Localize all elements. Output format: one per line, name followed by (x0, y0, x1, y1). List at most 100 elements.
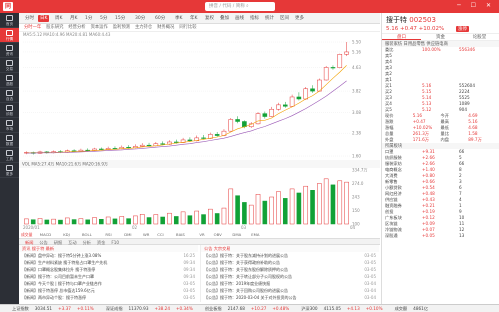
news-item[interactable]: 【公告】搜于特：关于获得政府补助的公告 03-05 (201, 259, 379, 266)
toolbar-item-11[interactable]: 复权 (203, 15, 216, 22)
subnav-item-5[interactable]: 主力持仓 (135, 25, 152, 30)
news-title: 【公告】搜于特：关于转让部分子公司股权的公告 (204, 274, 292, 279)
indicator-tab-2[interactable]: KDJ (63, 232, 70, 237)
toolbar-item-6[interactable]: 15分 (113, 15, 127, 22)
news-item[interactable]: 【新闻】今天个股 | 搜于特与口罩产业链合作 03-05 (19, 280, 198, 287)
news-time: 03-05 (362, 259, 376, 266)
sidebar-item-7[interactable]: 市场 (0, 118, 19, 133)
subnav-item-1[interactable]: 股东研究 (46, 25, 63, 30)
sidebar-item-0[interactable]: 首页 (0, 13, 19, 28)
sidebar-item-label: 市场 (5, 127, 14, 131)
news-tabs: 新闻 公告 研报 互动 分析 资金 F10 (19, 238, 380, 245)
news-item[interactable]: 【新闻】盘中异动：搜于特5分钟上涨3.08% 16:25 (19, 252, 198, 259)
toolbar-item-16[interactable]: 区间 (278, 15, 291, 22)
indicator-tab-4[interactable]: RSI (105, 232, 111, 237)
index-item[interactable]: 上证指数 3034.51 +3.37 +0.11% (6, 306, 94, 311)
sidebar-item-6[interactable]: 诊股 (0, 103, 19, 118)
news-item[interactable]: 【公告】搜于特：第五届董事会第十二次会议决议公告03-03 (201, 301, 379, 302)
quote-tab-2[interactable]: 论股堂 (460, 34, 499, 40)
subnav-item-4[interactable]: 盈利预测 (113, 25, 130, 30)
news-item[interactable]: 【新闻】两市异动个股：搜于特涨停 03-05 (19, 294, 198, 301)
quote-tab-0[interactable]: 盘口 (382, 34, 421, 40)
volume-tick-label: 334.7万 (352, 168, 367, 173)
news-item[interactable]: 【新闻】搜于特：公司目前暂未生产口罩 09:34 (19, 273, 198, 280)
indicator-tab-6[interactable]: WR (143, 232, 150, 237)
indicator-tab-1[interactable]: MACD (40, 232, 51, 237)
index-item[interactable]: 创业板指 2147.68 +10.27 +0.48% (199, 306, 289, 311)
home-icon (6, 15, 13, 21)
news-item[interactable]: 【公告】搜于特：关于转让部分子公司股权的公告 03-05 (201, 273, 379, 280)
sector-row[interactable]: 深股通 +0.05 13 (382, 233, 499, 239)
subnav-item-7[interactable]: 同行比较 (179, 25, 196, 30)
indicator-tab-8[interactable]: BIAS (176, 232, 185, 237)
sidebar-item-label: 诊股 (5, 112, 14, 116)
toolbar-item-5[interactable]: 5分 (98, 15, 109, 22)
toolbar-item-3[interactable]: 月K (68, 15, 79, 22)
quote-tab-1[interactable]: 资金 (421, 34, 460, 40)
candle-body (296, 96, 302, 100)
toolbar-item-1[interactable]: 日K (38, 15, 50, 22)
news-item[interactable]: 【公告】搜于特：关于回购公司股份的进展公告 03-04 (201, 287, 379, 294)
indicator-tab-7[interactable]: CCI (157, 232, 163, 237)
news-item[interactable]: 【公告】搜于特：2019年度业绩快报 03-04 (201, 280, 379, 287)
subnav-item-6[interactable]: 财务概况 (157, 25, 174, 30)
candle-body (214, 134, 220, 136)
news-item[interactable]: 【新闻】生产材料紧缺 搜于特抢占口罩生产先机 09:34 (19, 259, 198, 266)
news-item[interactable]: 【公告】搜于特：关于股东股份解除质押的公告 03-05 (201, 266, 379, 273)
kline-chart[interactable]: 5.50 5.16 4.63 3.82 3.08 2.38 1.60 VOL MA5:27.4… (19, 38, 380, 238)
news-icon (6, 45, 13, 51)
toolbar-item-10[interactable]: 年K (188, 15, 199, 22)
toolbar-item-17[interactable]: 更多 (293, 15, 306, 22)
news-time: 03-05 (181, 294, 195, 301)
toolbar-item-15[interactable]: 统计 (263, 15, 276, 22)
indicator-tab-10[interactable]: OBV (214, 232, 222, 237)
volume-bar (30, 219, 36, 225)
indicator-tab-9[interactable]: VR (199, 232, 205, 237)
indicator-tab-0[interactable]: 成交量 (21, 232, 33, 237)
sidebar-item-label: 资讯 (5, 52, 14, 56)
toolbar-item-7[interactable]: 30分 (133, 15, 147, 22)
toolbar-item-8[interactable]: 60分 (153, 15, 167, 22)
index-item[interactable]: 沪深300 4115.05 +4.13 +0.10% (295, 306, 382, 311)
news-time: 03-05 (362, 252, 376, 259)
toolbar-item-2[interactable]: 周K (53, 15, 64, 22)
toolbar-item-9[interactable]: 季K (173, 15, 184, 22)
news-item[interactable]: 【公告】搜于特：2020-03-04 关于对外投资的公告 03-04 (201, 294, 379, 301)
toolbar-item-14[interactable]: 指标 (248, 15, 261, 22)
candle-body (330, 67, 336, 69)
indicator-tab-11[interactable]: DMA (232, 232, 241, 237)
toolbar-item-4[interactable]: 1分 (83, 15, 94, 22)
index-item[interactable]: 深证成指 11370.93 +38.24 +0.34% (100, 306, 193, 311)
indicator-tab-3[interactable]: BOLL (82, 232, 93, 237)
sidebar-item-8[interactable]: 数据 (0, 133, 19, 148)
volume-bar (201, 214, 206, 225)
indicator-tab-12[interactable]: EMA (251, 232, 260, 237)
news-item[interactable]: 【新闻】疫情之下 纺织服装板块迎来反弹03-04 (19, 301, 198, 302)
news-item[interactable]: 【新闻】口罩概念股集体拉升 搜于特涨停 09:34 (19, 266, 198, 273)
volume-bar (282, 198, 288, 225)
sidebar-item-10[interactable]: 更多 (0, 163, 19, 178)
index-field: 11370.93 (128, 306, 149, 311)
trade-icon (6, 60, 13, 66)
sidebar-item-2[interactable]: 资讯 (0, 43, 19, 58)
window-controls[interactable]: ─ ☐ ✕ (457, 2, 495, 9)
index-item[interactable]: 成交额 4861亿 (389, 306, 428, 311)
news-item[interactable]: 【公告】搜于特：关于股东减持计划的进展公告 03-05 (201, 252, 379, 259)
kline-chart-area[interactable]: 5.50 5.16 4.63 3.82 3.08 2.38 1.60 VOL MA5:27.4… (19, 38, 380, 238)
stat-label: 外盘 (385, 137, 394, 142)
news-item[interactable]: 【新闻】搜于特涨停 总市值达159.6亿元 03-05 (19, 287, 198, 294)
search-input[interactable]: 拼音 / 代码 / 简称 ⌕ (205, 2, 275, 11)
sidebar-item-4[interactable]: 选股 (0, 73, 19, 88)
sidebar-item-5[interactable]: 自选 (0, 88, 19, 103)
indicator-tab-5[interactable]: DMI (124, 232, 131, 237)
sidebar-item-9[interactable]: 工具 (0, 148, 19, 163)
subnav-item-2[interactable]: 经营分析 (68, 25, 85, 30)
sidebar-item-3[interactable]: 交易 (0, 58, 19, 73)
subnav-item-0[interactable]: 分时一年 (24, 25, 41, 30)
toolbar-item-13[interactable]: 画线 (233, 15, 246, 22)
toolbar-item-0[interactable]: 分时 (23, 15, 36, 22)
sidebar-item-1[interactable]: 行情 (0, 28, 19, 43)
volume-bar (71, 219, 77, 225)
toolbar-item-12[interactable]: 叠加 (218, 15, 231, 22)
subnav-item-3[interactable]: 资本运作 (91, 25, 108, 30)
